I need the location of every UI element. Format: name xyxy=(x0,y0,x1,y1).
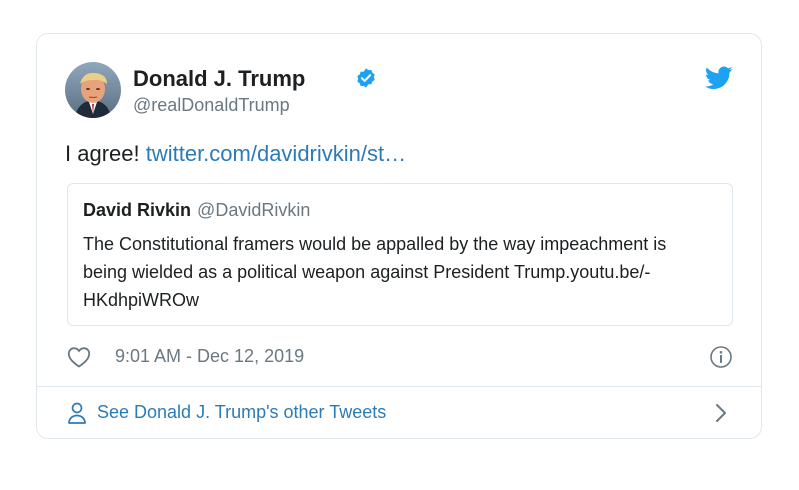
tweet-card: Donald J. Trump @realDonaldTrump I agree… xyxy=(36,33,762,439)
tweet-text: I agree! twitter.com/davidrivkin/st… xyxy=(65,141,406,167)
quoted-tweet-header: David Rivkin @DavidRivkin xyxy=(83,200,310,221)
author-name[interactable]: Donald J. Trump xyxy=(133,66,305,92)
quoted-tweet[interactable]: David Rivkin @DavidRivkin The Constitutio… xyxy=(67,183,733,326)
other-tweets-link[interactable]: See Donald J. Trump's other Tweets xyxy=(65,398,733,428)
author-handle[interactable]: @realDonaldTrump xyxy=(133,95,290,116)
divider xyxy=(37,386,761,387)
chevron-right-icon[interactable] xyxy=(715,403,727,423)
info-icon[interactable] xyxy=(709,345,733,369)
person-icon xyxy=(68,402,86,424)
tweet-text-body: I agree! xyxy=(65,141,146,166)
quoted-tweet-text: The Constitutional framers would be appa… xyxy=(83,234,667,310)
other-tweets-label[interactable]: See Donald J. Trump's other Tweets xyxy=(97,402,386,423)
tweet-timestamp[interactable]: 9:01 AM - Dec 12, 2019 xyxy=(115,346,304,367)
heart-icon[interactable] xyxy=(67,346,91,368)
author-avatar[interactable] xyxy=(65,62,121,118)
quoted-author-name: David Rivkin xyxy=(83,200,192,220)
quoted-author-handle: @DavidRivkin xyxy=(197,200,311,220)
tweet-link[interactable]: twitter.com/davidrivkin/st… xyxy=(146,141,406,166)
twitter-bird-icon[interactable] xyxy=(705,66,733,90)
tweet-meta: 9:01 AM - Dec 12, 2019 xyxy=(65,345,733,371)
tweet-header: Donald J. Trump @realDonaldTrump xyxy=(65,62,733,120)
verified-badge-icon xyxy=(357,68,375,88)
